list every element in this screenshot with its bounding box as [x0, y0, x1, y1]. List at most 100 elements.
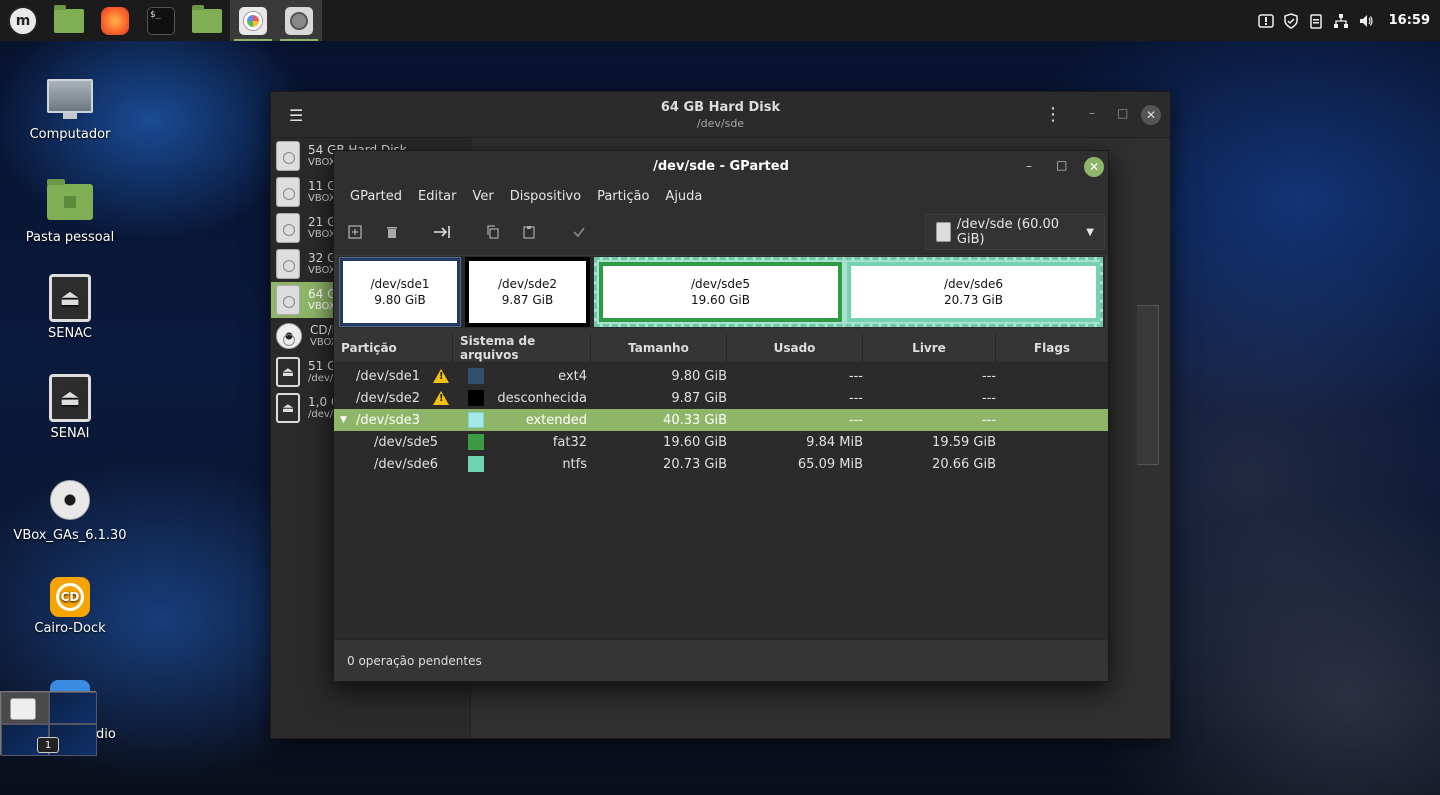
device-selector-label: /dev/sde (60.00 GiB): [956, 217, 1060, 247]
clipboard-icon[interactable]: [1308, 13, 1324, 29]
map-extended-partition[interactable]: /dev/sde5 19.60 GiB /dev/sde6 20.73 GiB: [594, 257, 1103, 327]
hard-disk-icon: [276, 213, 300, 243]
table-row[interactable]: /dev/sde6 ntfs 20.73 GiB 65.09 MiB 20.66…: [334, 453, 1108, 475]
table-row-selected[interactable]: ▼/dev/sde3 extended 40.33 GiB --- ---: [334, 409, 1108, 431]
home-folder-icon: [47, 179, 93, 220]
cd-icon: [50, 480, 90, 520]
hard-disk-icon: [276, 285, 300, 315]
chevron-down-icon: ▼: [1086, 226, 1094, 238]
warning-icon: [433, 369, 449, 383]
fs-color-swatch: [468, 456, 484, 472]
kebab-menu-icon[interactable]: ⋮: [1044, 104, 1062, 125]
hard-disk-icon: [276, 141, 300, 171]
menu-gparted[interactable]: GParted: [342, 189, 410, 204]
pending-operations-label: 0 operação pendentes: [347, 653, 482, 668]
warning-icon: [433, 391, 449, 405]
desktop-icon-vbox-cd[interactable]: VBox_GAs_6.1.30: [0, 476, 140, 543]
desktop-icon-label: dio: [96, 727, 116, 742]
col-usado[interactable]: Usado: [727, 334, 863, 362]
gparted-window-button[interactable]: [230, 0, 276, 41]
col-livre[interactable]: Livre: [863, 334, 996, 362]
col-sistema[interactable]: Sistema de arquivos: [453, 334, 591, 362]
close-button[interactable]: ✕: [1084, 157, 1104, 177]
menu-particao[interactable]: Partição: [589, 189, 657, 204]
clock[interactable]: 16:59: [1389, 13, 1430, 28]
partition-map: /dev/sde1 9.80 GiB /dev/sde2 9.87 GiB /d…: [339, 256, 1105, 328]
workspace-badge: 1: [37, 737, 59, 753]
disks-header: ☰ 64 GB Hard Disk /dev/sde ⋮ – □ ✕: [271, 92, 1170, 138]
workspace-2[interactable]: [49, 692, 97, 724]
map-partition-sde1[interactable]: /dev/sde1 9.80 GiB: [339, 257, 461, 327]
minimize-button[interactable]: –: [1026, 159, 1032, 173]
col-tamanho[interactable]: Tamanho: [591, 334, 727, 362]
system-tray: 16:59: [1257, 12, 1440, 29]
shield-icon[interactable]: [1283, 12, 1299, 29]
menu-editar[interactable]: Editar: [410, 189, 465, 204]
paste-icon[interactable]: [517, 220, 541, 244]
hard-disk-icon: [936, 222, 951, 242]
desktop-icon-label: Computador: [29, 127, 111, 142]
update-icon[interactable]: [1257, 13, 1274, 29]
hard-disk-icon: [276, 249, 300, 279]
copy-icon[interactable]: [481, 220, 505, 244]
files-window-button[interactable]: [184, 0, 230, 41]
desktop-icon-computer[interactable]: Computador: [0, 75, 140, 142]
cairo-dock-icon: CD: [50, 577, 90, 617]
desktop-icon-cairo-dock[interactable]: CD Cairo-Dock: [0, 577, 140, 636]
fs-color-swatch: [468, 390, 484, 406]
volume-icon[interactable]: [1358, 13, 1374, 29]
gparted-icon: [239, 6, 267, 35]
map-partition-sde5[interactable]: /dev/sde5 19.60 GiB: [599, 262, 842, 322]
firefox-launcher[interactable]: [92, 0, 138, 41]
maximize-button[interactable]: □: [1056, 158, 1067, 172]
window-title: /dev/sde - GParted: [653, 159, 789, 174]
menu-button[interactable]: m: [0, 0, 46, 41]
top-panel: m $_ 16:59: [0, 0, 1440, 41]
gparted-window: /dev/sde - GParted – □ ✕ GParted Editar …: [333, 150, 1109, 682]
col-flags[interactable]: Flags: [996, 334, 1108, 362]
disks-title: 64 GB Hard Disk: [660, 100, 781, 115]
desktop-icon-label: VBox_GAs_6.1.30: [13, 528, 127, 543]
menu-dispositivo[interactable]: Dispositivo: [502, 189, 589, 204]
gparted-titlebar[interactable]: /dev/sde - GParted – □ ✕: [334, 151, 1108, 183]
desktop-icon-label: SENAC: [48, 326, 92, 341]
desktop-icon-label: Pasta pessoal: [25, 230, 115, 245]
folder-icon: [192, 4, 222, 33]
map-partition-sde2[interactable]: /dev/sde2 9.87 GiB: [465, 257, 590, 327]
table-row[interactable]: /dev/sde5 fat32 19.60 GiB 9.84 MiB 19.59…: [334, 431, 1108, 453]
folder-icon: [54, 4, 84, 33]
close-button[interactable]: ✕: [1141, 105, 1161, 125]
desktop-icon-senac[interactable]: ⏏ SENAC: [0, 274, 140, 341]
terminal-icon: $_: [147, 6, 175, 35]
terminal-launcher[interactable]: $_: [138, 0, 184, 41]
map-partition-sde6[interactable]: /dev/sde6 20.73 GiB: [847, 262, 1100, 322]
table-row[interactable]: /dev/sde2 desconhecida 9.87 GiB --- ---: [334, 387, 1108, 409]
desktop-icon-label: Cairo-Dock: [34, 621, 106, 636]
disks-icon: [285, 6, 313, 35]
gparted-icon: [10, 698, 36, 720]
menu-ver[interactable]: Ver: [465, 189, 502, 204]
maximize-button[interactable]: □: [1117, 106, 1128, 120]
delete-icon[interactable]: [380, 220, 404, 244]
hard-disk-icon: [276, 177, 300, 207]
fs-color-swatch: [468, 368, 484, 384]
minimize-button[interactable]: –: [1089, 106, 1095, 120]
desktop-icon-label: SENAI: [50, 426, 90, 441]
desktop-icon-home[interactable]: Pasta pessoal: [0, 178, 140, 245]
network-icon[interactable]: [1333, 13, 1349, 29]
new-partition-icon[interactable]: [343, 220, 367, 244]
partition-table: Partição Sistema de arquivos Tamanho Usa…: [334, 334, 1108, 641]
disks-window-button[interactable]: [276, 0, 322, 41]
device-selector[interactable]: /dev/sde (60.00 GiB) ▼: [925, 214, 1105, 250]
resize-move-icon[interactable]: [430, 220, 454, 244]
eject-icon: ⏏: [276, 393, 300, 423]
disks-subtitle: /dev/sde: [696, 117, 745, 130]
menu-ajuda[interactable]: Ajuda: [657, 189, 710, 204]
files-launcher[interactable]: [46, 0, 92, 41]
table-row[interactable]: /dev/sde1 ext4 9.80 GiB --- ---: [334, 365, 1108, 387]
workspace-1[interactable]: [1, 692, 49, 724]
expander-icon[interactable]: ▼: [340, 415, 350, 425]
apply-icon[interactable]: [567, 220, 591, 244]
desktop-icon-senai[interactable]: ⏏ SENAI: [0, 374, 140, 441]
col-particao[interactable]: Partição: [334, 334, 453, 362]
